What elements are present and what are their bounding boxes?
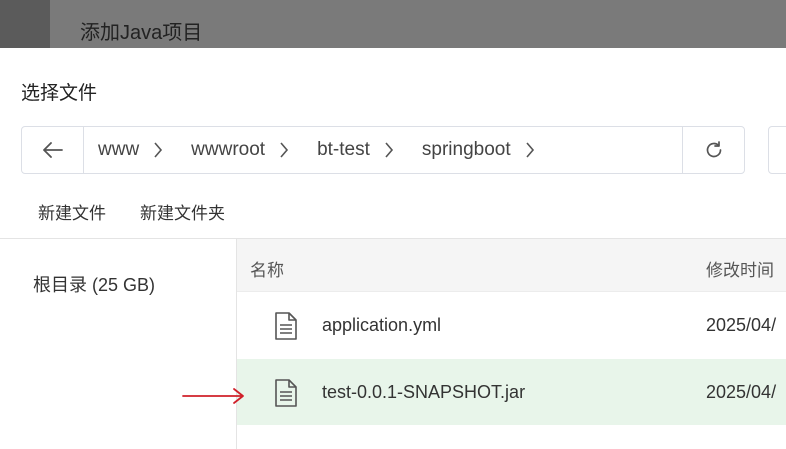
- file-picker-dialog: 选择文件 www wwwroot bt-test springboot 新建文件…: [0, 48, 786, 449]
- table-row-selected[interactable]: test-0.0.1-SNAPSHOT.jar 2025/04/: [237, 359, 786, 425]
- file-name: test-0.0.1-SNAPSHOT.jar: [322, 382, 526, 402]
- file-toolbar: 新建文件 新建文件夹: [21, 196, 242, 226]
- breadcrumb-item[interactable]: bt-test: [303, 127, 408, 173]
- refresh-button[interactable]: [682, 127, 744, 173]
- breadcrumb-item[interactable]: springboot: [408, 127, 549, 173]
- arrow-left-icon: [42, 142, 63, 158]
- back-button[interactable]: [22, 127, 84, 173]
- directory-tree: 根目录 (25 GB): [0, 239, 237, 449]
- column-header-name[interactable]: 名称: [250, 256, 284, 281]
- search-input[interactable]: [768, 126, 786, 174]
- file-icon: [275, 312, 297, 340]
- chevron-right-icon: [265, 127, 303, 173]
- table-header: 名称 修改时间: [237, 239, 786, 292]
- file-icon: [275, 379, 297, 407]
- background-page-title: 添加Java项目: [80, 22, 203, 44]
- breadcrumb-item[interactable]: www: [84, 127, 177, 173]
- breadcrumb-label: www: [98, 139, 140, 160]
- breadcrumb-label: wwwroot: [191, 139, 266, 160]
- breadcrumb: www wwwroot bt-test springboot: [84, 127, 684, 173]
- table-row[interactable]: application.yml 2025/04/: [237, 292, 786, 358]
- file-modified: 2025/04/: [706, 315, 777, 335]
- refresh-icon: [706, 141, 721, 158]
- file-table: 名称 修改时间 application.yml 2025/04/ test-0.…: [237, 239, 786, 449]
- path-bar: www wwwroot bt-test springboot: [21, 126, 745, 174]
- breadcrumb-item[interactable]: wwwroot: [177, 127, 303, 173]
- chevron-right-icon: [511, 127, 549, 173]
- new-folder-button[interactable]: 新建文件夹: [123, 199, 242, 224]
- breadcrumb-label: springboot: [421, 139, 511, 160]
- chevron-right-icon: [139, 127, 177, 173]
- annotation-arrow-icon: [182, 388, 244, 404]
- tree-item-root[interactable]: 根目录 (25 GB): [33, 271, 155, 297]
- file-modified: 2025/04/: [706, 382, 777, 402]
- new-file-button[interactable]: 新建文件: [21, 199, 123, 224]
- breadcrumb-label: bt-test: [317, 139, 370, 160]
- dialog-title: 选择文件: [21, 83, 98, 104]
- file-name: application.yml: [322, 315, 442, 335]
- background-sidebar: [0, 0, 50, 48]
- column-header-modified[interactable]: 修改时间: [706, 256, 774, 281]
- chevron-right-icon: [370, 127, 408, 173]
